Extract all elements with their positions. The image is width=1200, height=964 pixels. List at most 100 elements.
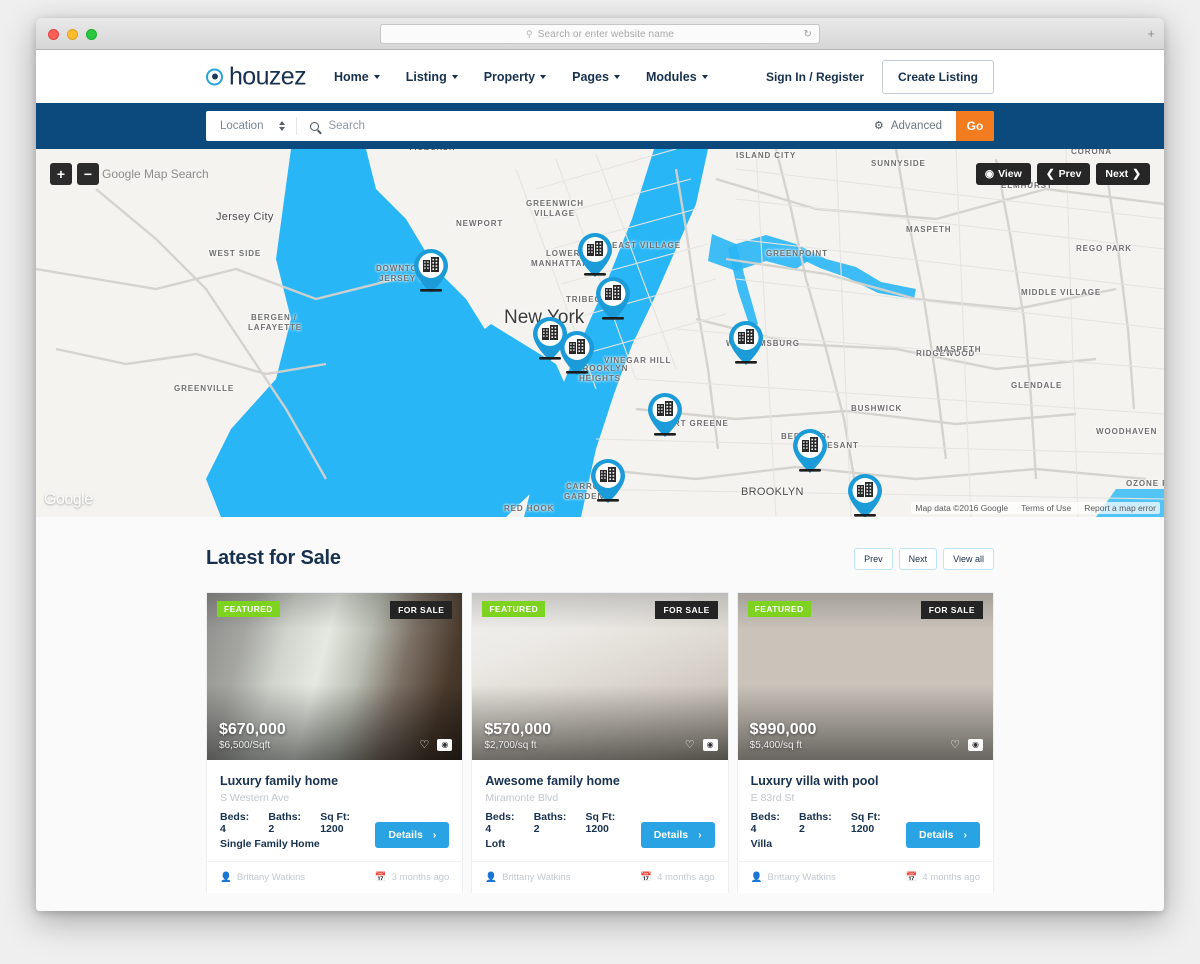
camera-icon[interactable]: ◉ [967,739,983,751]
property-pin-3[interactable] [596,277,630,321]
view-all-button[interactable]: View all [943,547,994,570]
map-prev-button[interactable]: ❮ Prev [1036,163,1091,185]
details-button[interactable]: Details › [640,822,715,848]
property-card-list: FEATURED FOR SALE $670,000 $6,500/Sqft ♡… [206,592,994,893]
listing-age: 📅 4 months ago [906,872,980,883]
map-area-label: ISLAND CITY [736,151,797,160]
browser-chrome: ⚲ Search or enter website name ↻ + [36,18,1164,50]
agent-info[interactable]: 👤 Brittany Watkins [485,872,570,883]
agent-name: Brittany Watkins [502,872,571,883]
details-button[interactable]: Details › [906,822,980,848]
terms-of-use-link[interactable]: Terms of Use [1021,503,1071,513]
property-title[interactable]: Awesome family home [485,774,714,788]
map-zoom-out-button[interactable]: − [77,163,99,185]
property-pin-1[interactable] [414,249,448,293]
agent-info[interactable]: 👤 Brittany Watkins [220,872,305,883]
nav-item-home[interactable]: Home [334,70,380,84]
user-icon: 👤 [750,872,763,883]
report-map-error-link[interactable]: Report a map error [1084,503,1156,513]
advanced-search-toggle[interactable]: ⚙ Advanced [874,120,956,132]
sign-in-register-link[interactable]: Sign In / Register [766,70,864,84]
property-price-per-sqft: $2,700/sq ft [484,740,537,751]
listing-age-text: 4 months ago [922,872,980,883]
next-button[interactable]: Next [898,547,938,570]
property-card-footer: 👤 Brittany Watkins 📅 3 months ago [207,861,463,893]
new-tab-button[interactable]: + [1147,27,1155,40]
nav-item-modules[interactable]: Modules [646,70,708,84]
property-pin-10[interactable] [848,474,882,517]
price-block: $570,000 $2,700/sq ft [484,720,551,751]
property-price-per-sqft: $5,400/sq ft [749,740,802,751]
map-area-label: RED HOOK [504,504,555,513]
map-action-buttons: ◉ View ❮ Prev Next ❯ [975,163,1150,185]
details-button[interactable]: Details › [375,822,450,848]
camera-icon[interactable]: ◉ [437,739,453,751]
map-area-label: MASPETH [906,225,952,234]
camera-icon[interactable]: ◉ [702,739,718,751]
reload-icon[interactable]: ↻ [804,29,812,40]
property-sqft: Sq Ft: 1200 [585,811,616,835]
listing-age-text: 4 months ago [657,872,715,883]
address-bar[interactable]: ⚲ Search or enter website name ↻ [380,24,820,44]
favorite-heart-icon[interactable]: ♡ [685,739,695,751]
close-window-button[interactable] [48,29,59,40]
map-area-label: REGO PARK [1076,244,1132,253]
property-card-media[interactable]: FEATURED FOR SALE $990,000 $5,400/sq ft … [737,593,993,760]
map-view-button[interactable]: ◉ View [975,163,1031,185]
map-place-label: Jersey City [216,211,274,223]
map-panel[interactable]: + − Google Map Search ◉ View ❮ Prev Next… [36,149,1164,517]
user-icon: 👤 [220,872,232,883]
gear-icon: ⚙ [873,119,884,132]
prev-button[interactable]: Prev [854,547,893,570]
map-next-button[interactable]: Next ❯ [1096,163,1150,185]
minimize-window-button[interactable] [67,29,78,40]
search-input[interactable]: Search [297,120,873,132]
map-area-label: GREENVILLE [174,384,235,393]
property-specs: Beds: 4 Baths: 2 Sq Ft: 1200 [751,811,906,835]
agent-name: Brittany Watkins [767,872,836,883]
map-area-label: BERGEN / [251,313,297,322]
nav-item-listing[interactable]: Listing [406,70,458,84]
map-area-label: CORONA [1071,149,1112,156]
agent-info[interactable]: 👤 Brittany Watkins [751,872,836,883]
property-card[interactable]: FEATURED FOR SALE $570,000 $2,700/sq ft … [471,592,729,893]
property-pin-6[interactable] [729,321,763,365]
favorite-heart-icon[interactable]: ♡ [419,739,429,751]
property-card[interactable]: FEATURED FOR SALE $670,000 $6,500/Sqft ♡… [206,592,464,893]
property-title[interactable]: Luxury villa with pool [751,774,980,788]
create-listing-button[interactable]: Create Listing [881,59,994,94]
property-card-media[interactable]: FEATURED FOR SALE $570,000 $2,700/sq ft … [472,593,728,760]
details-button-label: Details [653,829,689,841]
property-pin-8[interactable] [793,429,827,473]
maximize-window-button[interactable] [86,29,97,40]
nav-label: Listing [405,69,447,84]
property-price: $570,000 [484,721,552,738]
map-view-label: View [998,168,1022,180]
map-area-label: VILLAGE [534,209,575,218]
property-pin-5[interactable] [560,331,594,375]
search-icon: ⚲ [526,28,533,39]
media-action-icons: ♡ ◉ [419,739,453,751]
favorite-heart-icon[interactable]: ♡ [950,739,960,751]
property-pin-9[interactable] [591,459,625,503]
listing-age: 📅 4 months ago [640,872,714,883]
map-zoom-in-button[interactable]: + [50,163,72,185]
nav-item-property[interactable]: Property [484,70,547,84]
map-area-label: LOWER [546,249,581,258]
property-sqft: Sq Ft: 1200 [320,811,350,835]
site-logo[interactable]: houzez [206,62,307,91]
listing-age-text: 3 months ago [391,872,450,883]
latest-for-sale-section: Latest for Sale Prev Next View all FEATU… [36,517,1164,911]
map-area-label: WEST SIDE [209,249,262,258]
property-card-media[interactable]: FEATURED FOR SALE $670,000 $6,500/Sqft ♡… [207,593,463,760]
property-title[interactable]: Luxury family home [220,774,449,788]
property-pin-2[interactable] [578,233,612,277]
property-card-footer: 👤 Brittany Watkins 📅 4 months ago [737,861,993,893]
property-pin-7[interactable] [648,393,682,437]
location-select[interactable]: Location [206,117,298,135]
property-card[interactable]: FEATURED FOR SALE $990,000 $5,400/sq ft … [736,592,994,893]
section-header: Latest for Sale Prev Next View all [206,547,994,570]
nav-item-pages[interactable]: Pages [572,70,620,84]
location-select-label: Location [220,120,264,132]
search-go-button[interactable]: Go [956,111,994,141]
